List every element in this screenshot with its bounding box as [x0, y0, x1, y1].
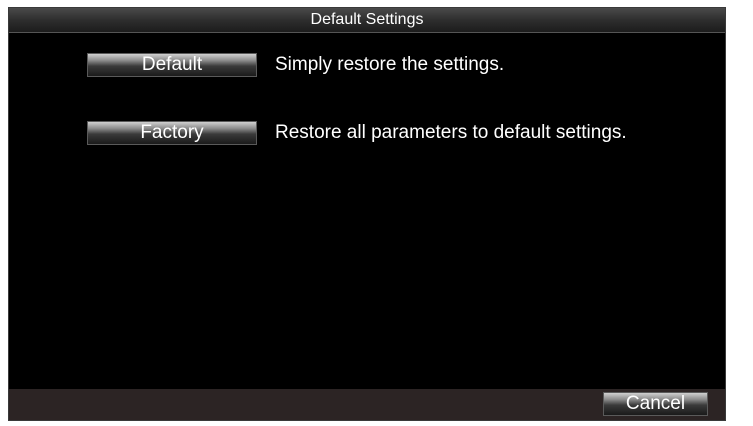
default-button[interactable]: Default — [87, 53, 257, 77]
default-description: Simply restore the settings. — [275, 54, 505, 75]
factory-description: Restore all parameters to default settin… — [275, 122, 627, 143]
dialog-footer: Cancel — [9, 389, 725, 420]
factory-button[interactable]: Factory — [87, 121, 257, 145]
default-option-row: Default Simply restore the settings. — [9, 53, 725, 77]
dialog-title: Default Settings — [9, 8, 725, 33]
default-settings-dialog: Default Settings Default Simply restore … — [8, 7, 726, 421]
cancel-button[interactable]: Cancel — [603, 392, 708, 416]
factory-option-row: Factory Restore all parameters to defaul… — [9, 121, 725, 145]
